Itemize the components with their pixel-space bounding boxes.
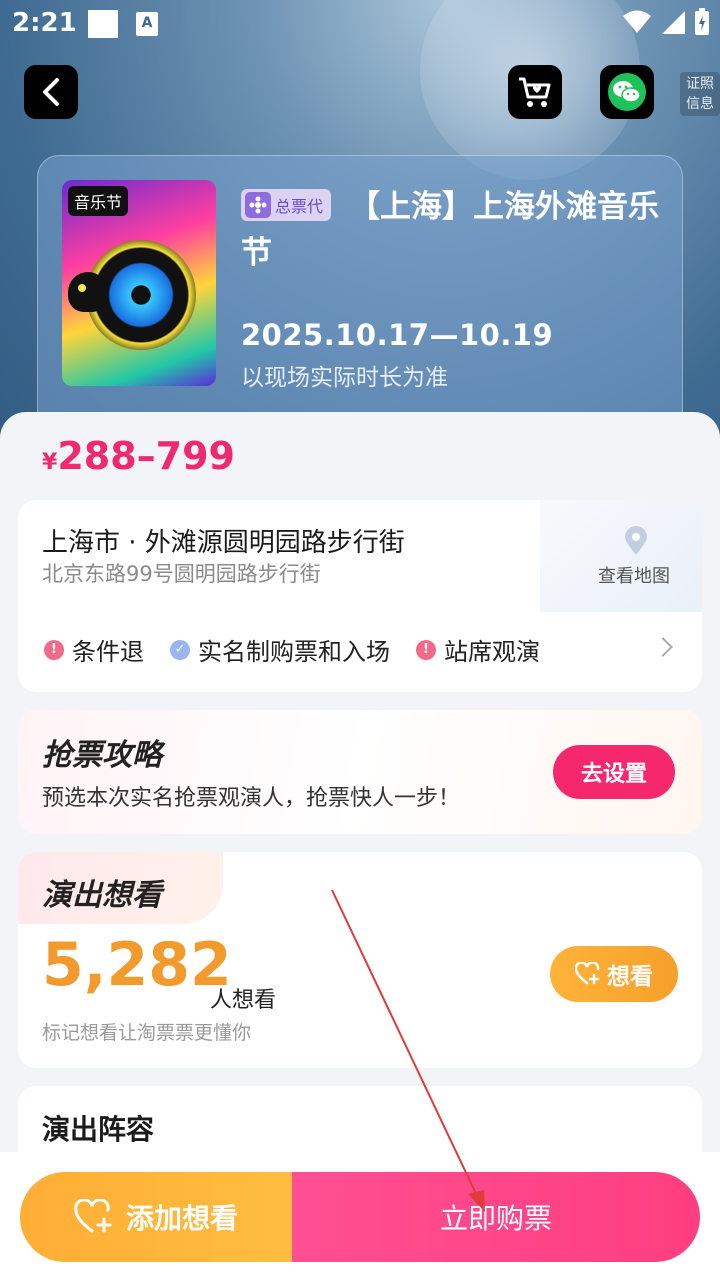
venue-card[interactable]: 上海市 · 外滩源圆明园路步行街 北京东路99号圆明园路步行街 查看地图 ! 条件… xyxy=(18,500,702,692)
battery-icon xyxy=(695,8,709,35)
lineup-title: 演出阵容 xyxy=(42,1113,155,1146)
tag-refund: ! 条件退 xyxy=(44,632,144,667)
app-notification-icon: A xyxy=(136,12,158,36)
wifi-icon xyxy=(623,10,651,33)
want-subtitle: 标记想看让淘票票更懂你 xyxy=(42,1022,252,1044)
venue-address: 北京东路99号圆明园路步行街 xyxy=(42,562,321,586)
exclamation-icon: ! xyxy=(44,639,64,660)
status-time: 2:21 xyxy=(12,8,77,38)
policy-tags[interactable]: ! 条件退 ✓ 实名制购票和入场 ! 站席观演 xyxy=(44,632,566,667)
chevron-right-icon[interactable] xyxy=(653,637,673,657)
poster-cat-art xyxy=(68,272,108,312)
notification-square-icon xyxy=(88,10,118,38)
add-want-label: 添加想看 xyxy=(125,1202,238,1235)
exclamation-icon: ! xyxy=(416,639,436,660)
duration-note: 以现场实际时长为准 xyxy=(241,365,448,391)
want-count: 5,282 xyxy=(42,930,232,1000)
currency-symbol: ¥ xyxy=(42,450,58,475)
buy-now-label: 立即购票 xyxy=(439,1202,552,1235)
tag-label: 条件退 xyxy=(72,638,144,666)
poster-category-tag: 音乐节 xyxy=(68,186,129,216)
wechat-share-button[interactable] xyxy=(600,65,654,119)
certificate-info-link[interactable]: 证照信息 xyxy=(680,72,720,116)
want-to-see-card: 演出想看 5,282 人想看 标记想看让淘票票更懂你 想看 xyxy=(18,852,702,1068)
show-info-card: 音乐节 【上海】上海外滩音乐节 总票代 2025.10.17—10.19 以现场… xyxy=(37,155,683,435)
map-pin-icon xyxy=(625,526,647,555)
system-icons xyxy=(622,8,710,36)
tag-real-name: ✓ 实名制购票和入场 xyxy=(170,632,390,667)
want-button[interactable]: 想看 xyxy=(550,946,678,1002)
add-want-button[interactable]: 添加想看 xyxy=(20,1172,292,1262)
want-unit: 人想看 xyxy=(210,988,277,1013)
ticket-strategy-card: 抢票攻略 预选本次实名抢票观演人，抢票快人一步！ 去设置 xyxy=(18,710,702,834)
want-title: 演出想看 xyxy=(42,878,162,913)
venue-name: 上海市 · 外滩源圆明园路步行街 xyxy=(42,528,405,558)
status-bar: 2:21 A xyxy=(0,0,720,50)
agent-badge: 总票代 xyxy=(241,189,332,221)
strategy-description: 预选本次实名抢票观演人，抢票快人一步！ xyxy=(42,786,461,811)
poster-cat-eye xyxy=(78,284,86,292)
agent-badge-label: 总票代 xyxy=(275,197,324,216)
want-button-label: 想看 xyxy=(607,964,653,990)
back-button[interactable] xyxy=(24,65,78,119)
buy-now-button[interactable]: 立即购票 xyxy=(292,1172,700,1262)
heart-plus-icon xyxy=(74,1199,112,1233)
map-thumbnail[interactable] xyxy=(540,500,702,612)
tag-label: 实名制购票和入场 xyxy=(198,638,390,666)
flower-icon xyxy=(245,192,271,218)
cart-heart-icon xyxy=(519,77,551,107)
heart-plus-icon xyxy=(575,962,600,985)
tag-label: 站席观演 xyxy=(444,638,540,666)
wechat-icon xyxy=(608,73,646,111)
strategy-title: 抢票攻略 xyxy=(42,738,162,773)
cart-button[interactable] xyxy=(508,65,562,119)
tag-standing: ! 站席观演 xyxy=(416,632,540,667)
setup-button[interactable]: 去设置 xyxy=(553,745,675,799)
chevron-left-icon xyxy=(43,78,59,106)
view-map-link[interactable]: 查看地图 xyxy=(598,562,670,588)
show-poster[interactable]: 音乐节 xyxy=(62,180,216,386)
show-date: 2025.10.17—10.19 xyxy=(241,318,554,352)
signal-icon xyxy=(662,11,685,34)
price-range: ¥288–799 xyxy=(42,434,235,478)
price-amount: 288–799 xyxy=(57,434,235,478)
check-icon: ✓ xyxy=(170,639,190,660)
